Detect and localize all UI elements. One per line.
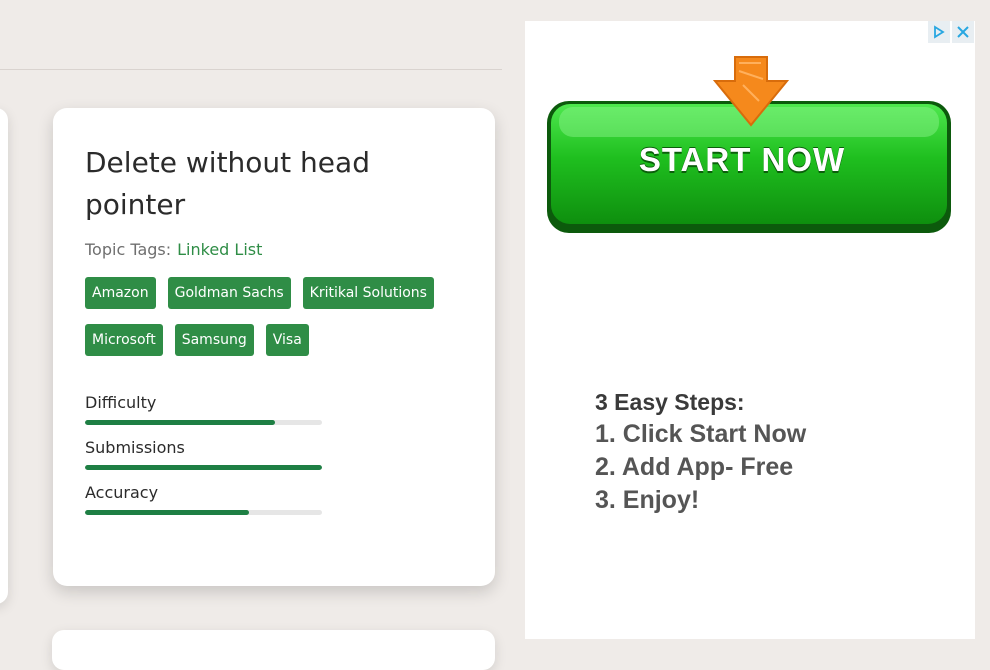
metric-difficulty: Difficulty — [85, 392, 463, 425]
company-tag-visa[interactable]: Visa — [265, 324, 309, 356]
topic-tags-label: Topic Tags: — [85, 240, 172, 259]
header-divider — [0, 69, 502, 70]
accuracy-bar — [85, 510, 322, 515]
step-1: 1. Click Start Now — [595, 420, 807, 448]
company-tag-kritikal-solutions[interactable]: Kritikal Solutions — [302, 277, 434, 309]
next-problem-card[interactable] — [52, 630, 495, 670]
company-tag-amazon[interactable]: Amazon — [85, 277, 156, 309]
submissions-bar — [85, 465, 322, 470]
metric-label: Submissions — [85, 438, 185, 457]
submissions-bar-fill — [85, 465, 322, 470]
ad-steps: 3 Easy Steps: 1. Click Start Now 2. Add … — [595, 386, 806, 517]
steps-heading: 3 Easy Steps: — [595, 389, 745, 415]
close-icon[interactable] — [952, 21, 974, 43]
metric-label: Accuracy — [85, 483, 159, 502]
down-arrow-icon — [713, 56, 789, 127]
company-tags: Amazon Goldman Sachs Kritikal Solutions … — [85, 277, 465, 356]
accuracy-bar-fill — [85, 510, 249, 515]
problem-title[interactable]: Delete without head pointer — [85, 142, 415, 226]
company-tag-goldman-sachs[interactable]: Goldman Sachs — [167, 277, 291, 309]
advertisement[interactable]: START NOW 3 Easy Steps: 1. Click Start N… — [525, 21, 975, 639]
topic-tags-row: Topic Tags: Linked List — [85, 240, 463, 259]
difficulty-bar-fill — [85, 420, 275, 425]
difficulty-bar — [85, 420, 322, 425]
company-tag-samsung[interactable]: Samsung — [174, 324, 254, 356]
step-2: 2. Add App- Free — [595, 453, 794, 481]
metric-accuracy: Accuracy — [85, 482, 463, 515]
step-3: 3. Enjoy! — [595, 486, 700, 514]
metric-submissions: Submissions — [85, 437, 463, 470]
metric-label: Difficulty — [85, 393, 157, 412]
ad-choices-icon[interactable] — [928, 21, 950, 43]
company-tag-microsoft[interactable]: Microsoft — [85, 324, 163, 356]
problem-card[interactable]: Delete without head pointer Topic Tags: L… — [53, 108, 495, 586]
start-now-label: START NOW — [638, 141, 846, 178]
problem-metrics: Difficulty Submissions Accuracy — [85, 392, 463, 515]
topic-tag-linked-list[interactable]: Linked List — [177, 240, 262, 259]
previous-problem-card[interactable] — [0, 108, 8, 604]
